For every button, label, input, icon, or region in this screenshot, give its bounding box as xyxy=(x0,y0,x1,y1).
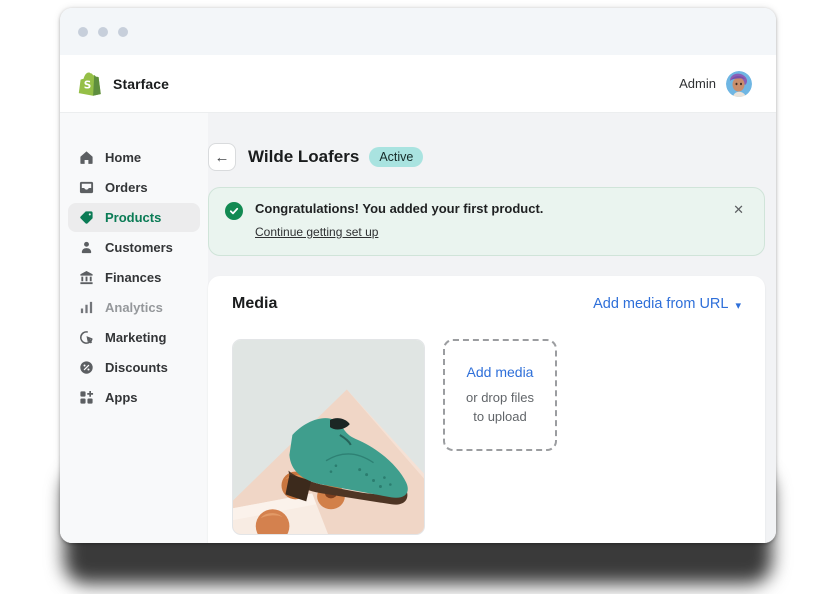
svg-text:S: S xyxy=(84,80,92,92)
sidebar-item-apps[interactable]: Apps xyxy=(68,383,200,412)
continue-setup-link[interactable]: Continue getting set up xyxy=(255,225,378,239)
page-header: ← Wilde Loafers Active xyxy=(208,143,765,171)
media-card-title: Media xyxy=(232,295,277,313)
window-control-dot[interactable] xyxy=(78,27,88,37)
sidebar-item-label: Finances xyxy=(105,270,161,285)
status-badge: Active xyxy=(369,147,423,168)
admin-label: Admin xyxy=(679,76,716,91)
dropzone-hint-line1: or drop files xyxy=(466,389,534,408)
percent-badge-icon xyxy=(78,360,94,376)
sidebar-item-finances[interactable]: Finances xyxy=(68,263,200,292)
app-topbar: S Starface Admin xyxy=(60,55,776,113)
sidebar-item-label: Products xyxy=(105,210,161,225)
sidebar-item-label: Analytics xyxy=(105,300,163,315)
account-menu[interactable]: Admin xyxy=(679,71,752,97)
app-body: Home Orders Products xyxy=(60,113,776,543)
sidebar-item-label: Home xyxy=(105,150,141,165)
close-icon[interactable]: ✕ xyxy=(733,203,744,216)
avatar[interactable] xyxy=(726,71,752,97)
customers-icon xyxy=(78,240,94,256)
add-media-from-url-button[interactable]: Add media from URL ▾ xyxy=(593,296,741,312)
add-media-dropzone[interactable]: Add media or drop files to upload xyxy=(443,339,557,451)
sidebar-item-analytics[interactable]: Analytics xyxy=(68,293,200,322)
banner-texts: Congratulations! You added your first pr… xyxy=(255,201,723,241)
window-control-dot[interactable] xyxy=(98,27,108,37)
main-content: ← Wilde Loafers Active Congratulations! … xyxy=(208,113,776,543)
chevron-down-icon: ▾ xyxy=(735,299,741,312)
sidebar-item-orders[interactable]: Orders xyxy=(68,173,200,202)
window-control-dot[interactable] xyxy=(118,27,128,37)
media-card: Media Add media from URL ▾ xyxy=(208,276,765,543)
sidebar-item-label: Apps xyxy=(105,390,138,405)
page-title: Wilde Loafers xyxy=(248,147,359,167)
media-row: Add media or drop files to upload xyxy=(232,339,741,535)
success-banner: Congratulations! You added your first pr… xyxy=(208,187,765,256)
sidebar-item-label: Discounts xyxy=(105,360,168,375)
orders-icon xyxy=(78,180,94,196)
media-card-header: Media Add media from URL ▾ xyxy=(232,295,741,313)
back-button[interactable]: ← xyxy=(208,143,236,171)
home-icon xyxy=(78,150,94,166)
shopify-logo-icon: S xyxy=(78,71,103,96)
sidebar-item-marketing[interactable]: Marketing xyxy=(68,323,200,352)
add-media-from-url-label: Add media from URL xyxy=(593,296,728,312)
products-tag-icon xyxy=(78,210,94,226)
store-name: Starface xyxy=(113,76,169,92)
sidebar-item-products[interactable]: Products xyxy=(68,203,200,232)
back-arrow-icon: ← xyxy=(215,149,230,166)
target-cursor-icon xyxy=(78,330,94,346)
bar-chart-icon xyxy=(78,300,94,316)
apps-grid-icon xyxy=(78,390,94,406)
add-media-button[interactable]: Add media xyxy=(467,364,534,380)
sidebar: Home Orders Products xyxy=(60,113,208,543)
sidebar-item-label: Customers xyxy=(105,240,173,255)
banner-message: Congratulations! You added your first pr… xyxy=(255,201,723,216)
sidebar-item-label: Marketing xyxy=(105,330,166,345)
bank-icon xyxy=(78,270,94,286)
dropzone-hint-line2: to upload xyxy=(473,408,527,427)
sidebar-item-discounts[interactable]: Discounts xyxy=(68,353,200,382)
check-circle-icon xyxy=(225,202,243,220)
page: S Starface Admin xyxy=(0,0,836,594)
sidebar-item-home[interactable]: Home xyxy=(68,143,200,172)
sidebar-item-label: Orders xyxy=(105,180,148,195)
window-chrome-bar xyxy=(60,8,776,55)
browser-window: S Starface Admin xyxy=(60,8,776,543)
product-image-thumbnail[interactable] xyxy=(232,339,425,535)
sidebar-item-customers[interactable]: Customers xyxy=(68,233,200,262)
